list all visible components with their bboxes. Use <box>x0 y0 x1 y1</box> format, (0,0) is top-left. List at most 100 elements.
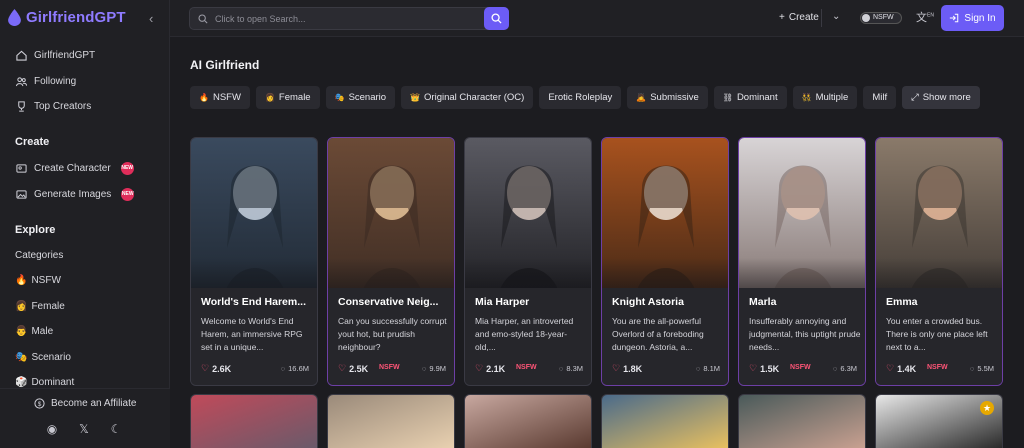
character-description: Welcome to World's End Harem, an immersi… <box>201 316 303 352</box>
expand-icon: ⤢ <box>911 92 919 103</box>
new-badge: NEW <box>120 161 134 175</box>
sidebar-item-label: Female <box>31 301 65 312</box>
character-description: You enter a crowded bus. There is only o… <box>886 316 988 352</box>
character-card[interactable] <box>738 394 866 448</box>
card-stats: ♡ 2.1K NSFW ◌ 8.3M <box>475 363 583 375</box>
sidebar-item-home[interactable]: GirlfriendGPT <box>16 47 95 63</box>
like-button[interactable]: ♡ 2.6K <box>201 363 231 374</box>
chip-label: NSFW <box>212 92 241 103</box>
sidebar-item-label: Scenario <box>31 352 71 363</box>
card-stats: ♡ 2.6K ◌ 16.6M <box>201 363 309 375</box>
sidebar-item-label: Male <box>31 326 54 337</box>
collapse-sidebar-icon[interactable]: ‹ <box>149 11 153 26</box>
chip-original-character[interactable]: 👑 Original Character (OC) <box>401 86 534 109</box>
sidebar-item-label: Generate Images <box>34 188 112 200</box>
chevron-down-icon[interactable]: ⌄ <box>832 11 840 22</box>
sidebar-item-create-character[interactable]: Create Character NEW <box>16 160 134 176</box>
search-button[interactable] <box>484 7 509 30</box>
character-name: Emma <box>886 296 918 308</box>
create-button[interactable]: + Create <box>779 12 819 23</box>
new-badge: NEW <box>121 187 135 201</box>
fire-icon: 🔥 <box>15 275 28 286</box>
sidebar-item-scenario[interactable]: 🎭 Scenario <box>15 352 71 363</box>
chip-label: Original Character (OC) <box>424 92 525 103</box>
app-root: GirlfriendGPT ‹ GirlfriendGPT Following … <box>0 0 1024 448</box>
like-button[interactable]: ♡ 1.8K <box>612 363 642 374</box>
character-card[interactable]: Mia Harper Mia Harper, an introverted an… <box>464 137 592 386</box>
chat-count: ◌ 8.3M <box>559 364 583 373</box>
x-twitter-icon[interactable]: 𝕏 <box>77 422 91 436</box>
chat-bubble-icon: ◌ <box>695 364 701 373</box>
character-description: Can you successfully corrupt yout hot, b… <box>338 316 447 352</box>
logo[interactable]: GirlfriendGPT <box>8 9 126 26</box>
sign-in-button[interactable]: Sign In <box>941 5 1004 31</box>
sidebar-item-male[interactable]: 👨 Male <box>15 326 53 337</box>
nsfw-tag: NSFW <box>379 364 400 371</box>
search-input[interactable]: Click to open Search... <box>189 7 509 30</box>
character-card[interactable] <box>601 394 729 448</box>
show-more-button[interactable]: ⤢ Show more <box>902 86 980 109</box>
chat-count-value: 16.6M <box>288 364 309 373</box>
like-count: 1.8K <box>623 363 643 374</box>
sidebar-item-following[interactable]: Following <box>16 73 76 89</box>
character-name: World's End Harem... <box>201 296 306 308</box>
character-card[interactable]: ★ <box>875 394 1003 448</box>
svg-text:$: $ <box>38 401 42 408</box>
sidebar-item-generate-images[interactable]: Generate Images NEW <box>16 186 135 202</box>
become-affiliate-button[interactable]: $ Become an Affiliate <box>34 398 136 409</box>
sidebar-item-label: Create Character <box>34 162 111 174</box>
character-card[interactable] <box>327 394 455 448</box>
sidebar-item-label: Categories <box>15 250 64 261</box>
chip-label: Multiple <box>815 92 849 103</box>
character-card[interactable]: Knight Astoria You are the all-powerful … <box>601 137 729 386</box>
like-button[interactable]: ♡ 2.1K <box>475 363 505 374</box>
logo-drop-icon <box>8 9 21 26</box>
sidebar-item-nsfw[interactable]: 🔥 NSFW <box>15 275 61 286</box>
character-card[interactable]: Conservative Neig... Can you successfull… <box>327 137 455 386</box>
character-icon <box>16 163 27 173</box>
chat-count: ◌ 5.5M <box>970 364 994 373</box>
page-title: AI Girlfriend <box>190 58 260 72</box>
female-icon: 👩 <box>15 301 28 312</box>
sidebar-item-top-creators[interactable]: Top Creators <box>16 98 91 114</box>
chat-count-value: 9.9M <box>429 364 446 373</box>
chip-submissive[interactable]: 🙇 Submissive <box>627 86 708 109</box>
character-card[interactable] <box>464 394 592 448</box>
like-count: 2.6K <box>212 363 232 374</box>
character-card[interactable]: Marla Insufferably annoying and judgment… <box>738 137 866 386</box>
like-button[interactable]: ♡ 1.5K <box>749 363 779 374</box>
theme-moon-icon[interactable]: ☾ <box>109 422 123 436</box>
nsfw-tag: NSFW <box>927 364 948 371</box>
trophy-icon <box>18 100 25 112</box>
like-button[interactable]: ♡ 1.4K <box>886 363 916 374</box>
chat-count: ◌ 6.3M <box>833 364 857 373</box>
chip-label: Scenario <box>348 92 387 103</box>
card-stats: ♡ 1.5K NSFW ◌ 6.3M <box>749 363 857 375</box>
toggle-knob <box>862 14 870 22</box>
chip-nsfw[interactable]: 🔥 NSFW <box>190 86 250 109</box>
chip-scenario[interactable]: 🎭 Scenario <box>325 86 396 109</box>
nsfw-toggle[interactable]: NSFW <box>860 12 902 24</box>
search-icon <box>198 13 208 24</box>
like-button[interactable]: ♡ 2.5K <box>338 363 368 374</box>
chat-count-value: 5.5M <box>977 364 994 373</box>
sidebar-item-categories[interactable]: Categories <box>15 250 63 261</box>
discord-icon[interactable]: ◉ <box>45 422 59 436</box>
chat-count: ◌ 16.6M <box>281 364 309 373</box>
star-badge-icon: ★ <box>980 401 994 415</box>
character-card[interactable]: Emma You enter a crowded bus. There is o… <box>875 137 1003 386</box>
character-card[interactable]: World's End Harem... Welcome to World's … <box>190 137 318 386</box>
chip-dominant[interactable]: ⛓ Dominant <box>713 86 787 109</box>
male-icon: 👨 <box>15 326 28 337</box>
chip-erotic-roleplay[interactable]: Erotic Roleplay <box>539 86 622 109</box>
like-count: 2.5K <box>349 363 369 374</box>
chat-count-value: 6.3M <box>840 364 857 373</box>
chip-multiple[interactable]: 👯 Multiple <box>792 86 858 109</box>
chip-female[interactable]: 👩 Female <box>255 86 320 109</box>
character-card[interactable] <box>190 394 318 448</box>
like-count: 1.4K <box>897 363 917 374</box>
chip-milf[interactable]: Milf <box>863 86 897 109</box>
sidebar-item-dominant[interactable]: 🎲 Dominant <box>15 377 74 388</box>
language-icon[interactable]: 文EN <box>916 9 934 25</box>
sidebar-item-female[interactable]: 👩 Female <box>15 301 65 312</box>
